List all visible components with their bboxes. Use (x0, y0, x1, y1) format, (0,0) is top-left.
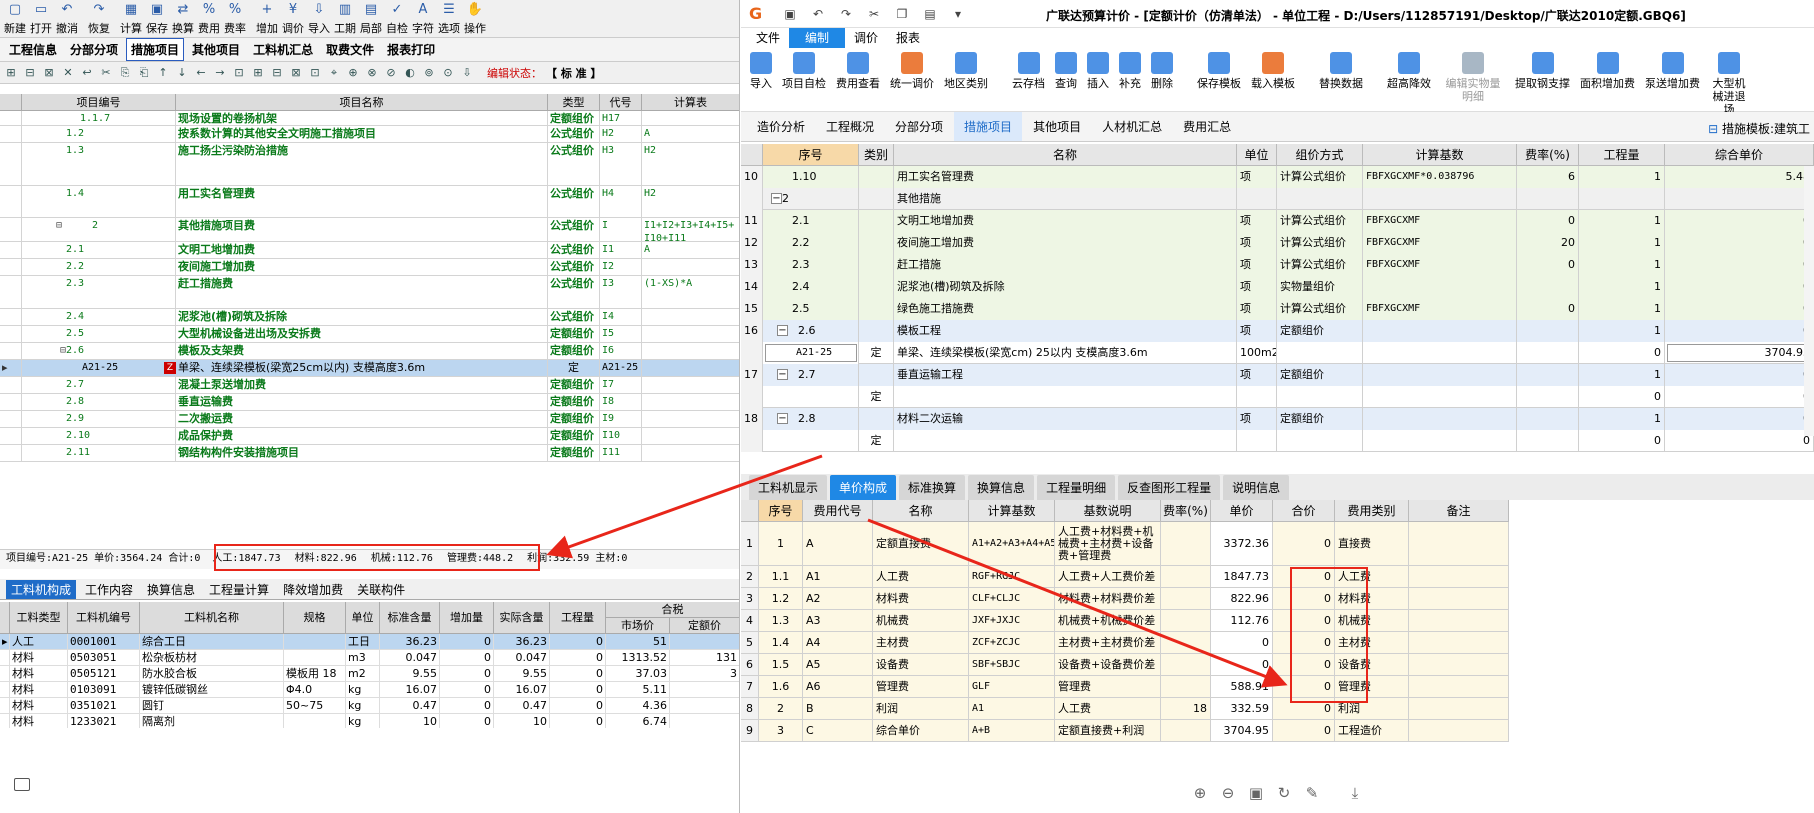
annotation-arrows (546, 454, 1288, 688)
arrow-to-right-prices (867, 518, 1288, 688)
arrow-to-left-status (546, 454, 823, 559)
